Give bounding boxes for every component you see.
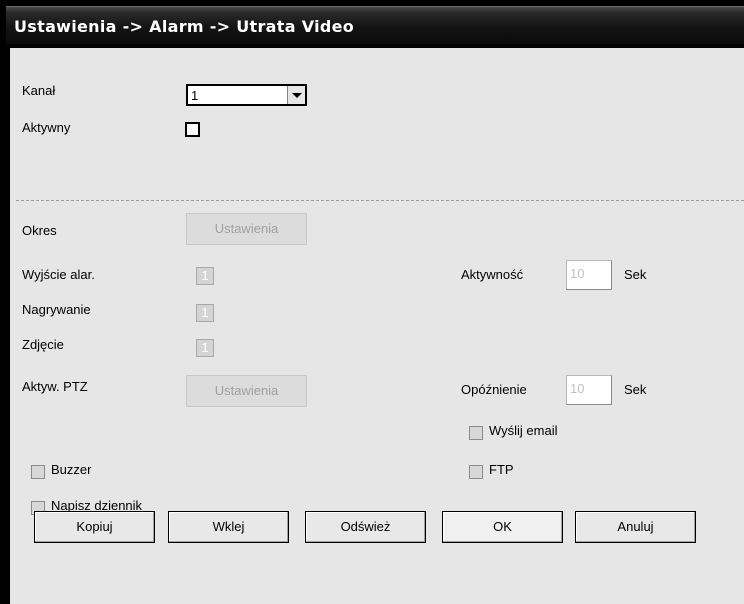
buzzer-checkbox[interactable] bbox=[31, 465, 45, 479]
channel-value: 1 bbox=[191, 88, 199, 103]
delay-label: Opóźnienie bbox=[461, 382, 527, 397]
channel-select[interactable]: 1 bbox=[186, 84, 307, 106]
settings-window: Ustawienia -> Alarm -> Utrata Video Kana… bbox=[6, 6, 744, 604]
refresh-button[interactable]: Odśwież bbox=[305, 511, 426, 543]
snapshot-label: Zdjęcie bbox=[22, 337, 64, 352]
active-checkbox[interactable] bbox=[185, 122, 200, 137]
settings-panel: Kanał 1 Aktywny Okres Ustawienia Wyjście… bbox=[10, 48, 744, 604]
channel-label: Kanał bbox=[22, 83, 56, 98]
ptz-settings-button[interactable]: Ustawienia bbox=[186, 375, 307, 407]
ok-button[interactable]: OK bbox=[442, 511, 563, 543]
activity-unit: Sek bbox=[624, 267, 647, 282]
send-email-label: Wyślij email bbox=[489, 423, 558, 438]
ftp-label: FTP bbox=[489, 462, 514, 477]
window-title: Ustawienia -> Alarm -> Utrata Video bbox=[14, 17, 355, 36]
recording-label: Nagrywanie bbox=[22, 302, 91, 317]
send-email-checkbox[interactable] bbox=[469, 426, 483, 440]
section-divider bbox=[16, 200, 744, 201]
copy-button[interactable]: Kopiuj bbox=[34, 511, 155, 543]
paste-button[interactable]: Wklej bbox=[168, 511, 289, 543]
snapshot-box[interactable]: 1 bbox=[196, 339, 214, 357]
title-bar: Ustawienia -> Alarm -> Utrata Video bbox=[6, 6, 744, 44]
activity-input[interactable]: 10 bbox=[566, 260, 612, 290]
active-label: Aktywny bbox=[22, 120, 71, 135]
period-label: Okres bbox=[22, 223, 57, 238]
activity-label: Aktywność bbox=[461, 267, 524, 282]
delay-input[interactable]: 10 bbox=[566, 375, 612, 405]
ptz-label: Aktyw. PTZ bbox=[22, 379, 88, 394]
alarm-output-box[interactable]: 1 bbox=[196, 267, 214, 285]
buzzer-label: Buzzer bbox=[51, 462, 92, 477]
period-settings-button[interactable]: Ustawienia bbox=[186, 213, 307, 245]
chevron-down-icon[interactable] bbox=[287, 86, 305, 104]
cancel-button[interactable]: Anuluj bbox=[575, 511, 696, 543]
alarm-output-label: Wyjście alar. bbox=[22, 267, 95, 282]
delay-unit: Sek bbox=[624, 382, 647, 397]
recording-box[interactable]: 1 bbox=[196, 304, 214, 322]
ftp-checkbox[interactable] bbox=[469, 465, 483, 479]
